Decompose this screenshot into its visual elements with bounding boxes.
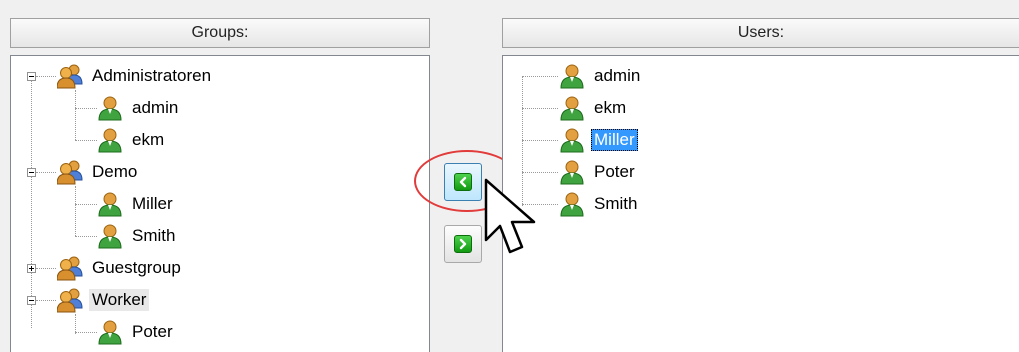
tree-line xyxy=(75,186,76,236)
groups-tree[interactable]: Administratoren admin ekm Demo Miller Sm… xyxy=(10,55,430,352)
user-label: Poter xyxy=(594,162,635,181)
tree-line xyxy=(36,76,56,77)
tree-line xyxy=(75,332,97,333)
user-label: Miller xyxy=(132,194,173,213)
user-item-poter[interactable]: Poter xyxy=(559,156,638,188)
users-list[interactable]: admin ekm Miller Poter Smith xyxy=(502,55,1019,352)
user-label: Smith xyxy=(132,226,176,245)
user-item-smith[interactable]: Smith xyxy=(559,188,640,220)
user-icon xyxy=(97,127,123,153)
user-label: Miller xyxy=(591,129,638,151)
tree-line xyxy=(36,300,56,301)
group-icon xyxy=(57,255,83,281)
group-icon xyxy=(57,159,83,185)
user-icon xyxy=(559,127,585,153)
tree-line xyxy=(522,140,558,141)
user-node-admin[interactable]: admin xyxy=(97,92,181,124)
group-node-guestgroup[interactable]: Guestgroup xyxy=(57,252,184,284)
remove-from-group-button[interactable] xyxy=(444,225,482,263)
users-header: Users: xyxy=(502,18,1019,48)
user-icon xyxy=(559,159,585,185)
user-label: ekm xyxy=(132,130,165,149)
user-icon xyxy=(559,63,585,89)
group-icon xyxy=(57,287,83,313)
user-icon xyxy=(559,95,585,121)
group-label: Demo xyxy=(92,162,138,181)
user-label: ekm xyxy=(594,98,627,117)
tree-line xyxy=(36,172,56,173)
user-icon xyxy=(97,191,123,217)
tree-line xyxy=(75,140,97,141)
tree-line xyxy=(75,236,97,237)
user-node-ekm[interactable]: ekm xyxy=(97,124,167,156)
user-item-ekm[interactable]: ekm xyxy=(559,92,629,124)
mouse-pointer-icon xyxy=(484,178,536,254)
collapse-icon[interactable] xyxy=(27,72,36,81)
tree-line xyxy=(75,314,76,334)
user-label: Smith xyxy=(594,194,638,213)
expand-icon[interactable] xyxy=(27,264,36,273)
user-item-admin[interactable]: admin xyxy=(559,60,643,92)
user-icon xyxy=(559,191,585,217)
tree-line xyxy=(31,80,32,328)
group-node-demo[interactable]: Demo xyxy=(57,156,140,188)
user-icon xyxy=(97,319,123,345)
user-label: Poter xyxy=(132,322,173,341)
green-arrow-right-icon xyxy=(454,235,472,253)
user-node-smith[interactable]: Smith xyxy=(97,220,178,252)
group-icon xyxy=(57,63,83,89)
tree-line xyxy=(75,90,76,140)
collapse-icon[interactable] xyxy=(27,296,36,305)
group-node-worker[interactable]: Worker xyxy=(57,284,150,316)
user-icon xyxy=(97,95,123,121)
tree-line xyxy=(75,108,97,109)
user-label: admin xyxy=(594,66,641,85)
group-label: Administratoren xyxy=(92,66,212,85)
tree-line xyxy=(36,268,56,269)
tree-line xyxy=(522,108,558,109)
group-label: Worker xyxy=(89,289,150,311)
tree-line xyxy=(522,172,558,173)
groups-header: Groups: xyxy=(10,18,430,48)
tree-line xyxy=(522,76,558,77)
tree-line xyxy=(75,204,97,205)
collapse-icon[interactable] xyxy=(27,168,36,177)
user-node-poter[interactable]: Poter xyxy=(97,316,176,348)
user-item-miller[interactable]: Miller xyxy=(559,124,638,156)
group-label: Guestgroup xyxy=(92,258,181,277)
group-node-administratoren[interactable]: Administratoren xyxy=(57,60,214,92)
user-icon xyxy=(97,223,123,249)
user-label: admin xyxy=(132,98,179,117)
user-node-miller[interactable]: Miller xyxy=(97,188,176,220)
